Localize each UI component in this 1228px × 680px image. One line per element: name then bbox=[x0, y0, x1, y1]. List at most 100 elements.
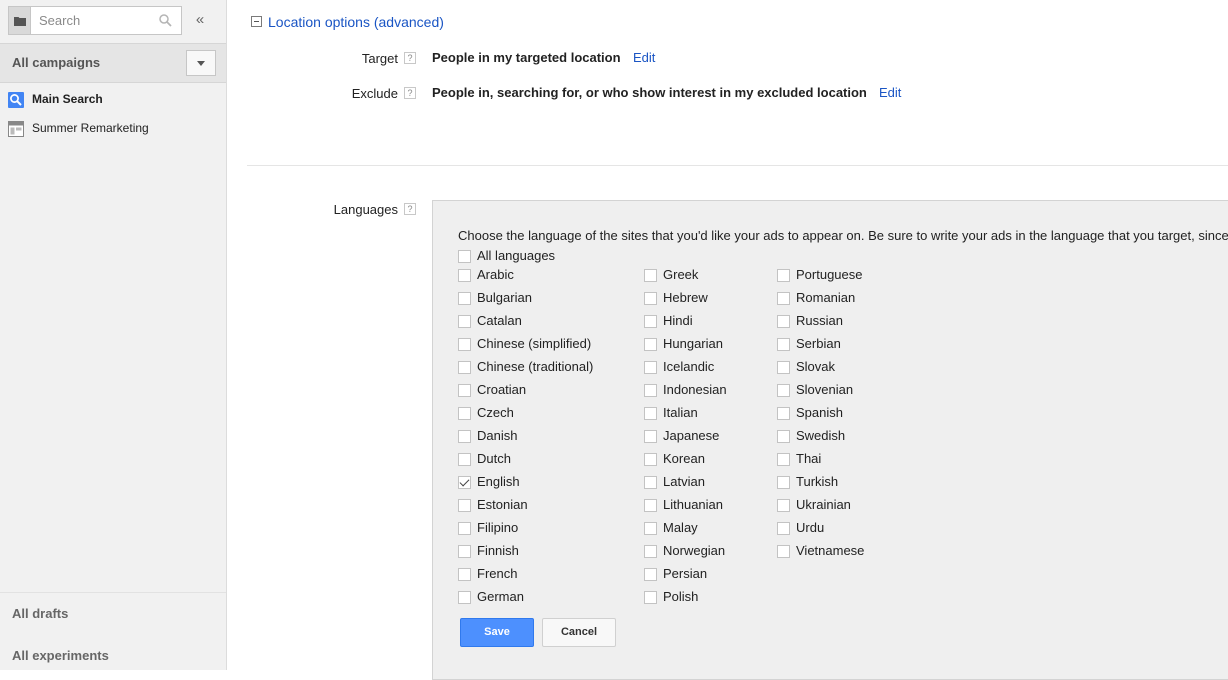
language-dutch-label[interactable]: Dutch bbox=[477, 451, 511, 466]
language-german-checkbox[interactable] bbox=[458, 591, 471, 604]
help-icon[interactable]: ? bbox=[404, 52, 416, 64]
target-edit-link[interactable]: Edit bbox=[633, 50, 655, 65]
language-czech-checkbox[interactable] bbox=[458, 407, 471, 420]
language-croatian-label[interactable]: Croatian bbox=[477, 382, 526, 397]
language-lithuanian-checkbox[interactable] bbox=[644, 499, 657, 512]
language-norwegian-label[interactable]: Norwegian bbox=[663, 543, 725, 558]
language-indonesian-label[interactable]: Indonesian bbox=[663, 382, 727, 397]
language-slovak-checkbox[interactable] bbox=[777, 361, 790, 374]
language-slovak-label[interactable]: Slovak bbox=[796, 359, 835, 374]
language-english-checkbox[interactable] bbox=[458, 476, 471, 489]
language-italian-label[interactable]: Italian bbox=[663, 405, 698, 420]
language-japanese-checkbox[interactable] bbox=[644, 430, 657, 443]
language-hebrew-label[interactable]: Hebrew bbox=[663, 290, 708, 305]
language-urdu-label[interactable]: Urdu bbox=[796, 520, 824, 535]
language-hungarian-checkbox[interactable] bbox=[644, 338, 657, 351]
language-norwegian-checkbox[interactable] bbox=[644, 545, 657, 558]
language-greek-label[interactable]: Greek bbox=[663, 267, 698, 282]
language-czech-label[interactable]: Czech bbox=[477, 405, 514, 420]
language-turkish-label[interactable]: Turkish bbox=[796, 474, 838, 489]
all-drafts-link[interactable]: All drafts bbox=[12, 606, 68, 621]
language-ukrainian-checkbox[interactable] bbox=[777, 499, 790, 512]
language-chinese-traditional-label[interactable]: Chinese (traditional) bbox=[477, 359, 593, 374]
all-experiments-link[interactable]: All experiments bbox=[12, 648, 109, 663]
collapse-toggle-icon[interactable] bbox=[251, 16, 262, 27]
language-polish-checkbox[interactable] bbox=[644, 591, 657, 604]
language-ukrainian-label[interactable]: Ukrainian bbox=[796, 497, 851, 512]
language-hindi-checkbox[interactable] bbox=[644, 315, 657, 328]
language-turkish-checkbox[interactable] bbox=[777, 476, 790, 489]
language-thai-label[interactable]: Thai bbox=[796, 451, 821, 466]
collapse-sidebar-button[interactable]: « bbox=[192, 10, 208, 30]
language-vietnamese-checkbox[interactable] bbox=[777, 545, 790, 558]
language-icelandic-checkbox[interactable] bbox=[644, 361, 657, 374]
language-catalan-checkbox[interactable] bbox=[458, 315, 471, 328]
campaign-item-summer-remarketing[interactable]: Summer Remarketing bbox=[0, 116, 226, 142]
all-languages-label[interactable]: All languages bbox=[477, 248, 555, 263]
language-polish-label[interactable]: Polish bbox=[663, 589, 698, 604]
language-greek-checkbox[interactable] bbox=[644, 269, 657, 282]
language-swedish-checkbox[interactable] bbox=[777, 430, 790, 443]
help-icon[interactable]: ? bbox=[404, 203, 416, 215]
language-swedish-label[interactable]: Swedish bbox=[796, 428, 845, 443]
language-romanian-label[interactable]: Romanian bbox=[796, 290, 855, 305]
language-hindi-label[interactable]: Hindi bbox=[663, 313, 693, 328]
language-english-label[interactable]: English bbox=[477, 474, 520, 489]
language-french-checkbox[interactable] bbox=[458, 568, 471, 581]
language-indonesian-checkbox[interactable] bbox=[644, 384, 657, 397]
language-latvian-checkbox[interactable] bbox=[644, 476, 657, 489]
language-filipino-label[interactable]: Filipino bbox=[477, 520, 518, 535]
language-portuguese-checkbox[interactable] bbox=[777, 269, 790, 282]
language-urdu-checkbox[interactable] bbox=[777, 522, 790, 535]
language-korean-checkbox[interactable] bbox=[644, 453, 657, 466]
language-french-label[interactable]: French bbox=[477, 566, 517, 581]
language-spanish-checkbox[interactable] bbox=[777, 407, 790, 420]
language-portuguese-label[interactable]: Portuguese bbox=[796, 267, 863, 282]
campaigns-dropdown-button[interactable] bbox=[186, 50, 216, 76]
cancel-button[interactable]: Cancel bbox=[542, 618, 616, 647]
language-icelandic-label[interactable]: Icelandic bbox=[663, 359, 714, 374]
language-hebrew-checkbox[interactable] bbox=[644, 292, 657, 305]
search-icon[interactable] bbox=[159, 14, 172, 27]
language-latvian-label[interactable]: Latvian bbox=[663, 474, 705, 489]
language-japanese-label[interactable]: Japanese bbox=[663, 428, 719, 443]
language-russian-checkbox[interactable] bbox=[777, 315, 790, 328]
language-spanish-label[interactable]: Spanish bbox=[796, 405, 843, 420]
language-romanian-checkbox[interactable] bbox=[777, 292, 790, 305]
language-slovenian-label[interactable]: Slovenian bbox=[796, 382, 853, 397]
language-dutch-checkbox[interactable] bbox=[458, 453, 471, 466]
language-lithuanian-label[interactable]: Lithuanian bbox=[663, 497, 723, 512]
language-estonian-label[interactable]: Estonian bbox=[477, 497, 528, 512]
help-icon[interactable]: ? bbox=[404, 87, 416, 99]
language-persian-checkbox[interactable] bbox=[644, 568, 657, 581]
save-button[interactable]: Save bbox=[460, 618, 534, 647]
language-persian-label[interactable]: Persian bbox=[663, 566, 707, 581]
location-options-title[interactable]: Location options (advanced) bbox=[268, 14, 444, 30]
language-danish-label[interactable]: Danish bbox=[477, 428, 517, 443]
language-catalan-label[interactable]: Catalan bbox=[477, 313, 522, 328]
language-russian-label[interactable]: Russian bbox=[796, 313, 843, 328]
exclude-edit-link[interactable]: Edit bbox=[879, 85, 901, 100]
language-croatian-checkbox[interactable] bbox=[458, 384, 471, 397]
language-malay-checkbox[interactable] bbox=[644, 522, 657, 535]
language-vietnamese-label[interactable]: Vietnamese bbox=[796, 543, 864, 558]
language-chinese-simplified-label[interactable]: Chinese (simplified) bbox=[477, 336, 591, 351]
language-estonian-checkbox[interactable] bbox=[458, 499, 471, 512]
language-arabic-checkbox[interactable] bbox=[458, 269, 471, 282]
language-malay-label[interactable]: Malay bbox=[663, 520, 698, 535]
language-slovenian-checkbox[interactable] bbox=[777, 384, 790, 397]
all-campaigns-header[interactable]: All campaigns bbox=[0, 43, 226, 83]
language-filipino-checkbox[interactable] bbox=[458, 522, 471, 535]
language-chinese-traditional-checkbox[interactable] bbox=[458, 361, 471, 374]
language-finnish-label[interactable]: Finnish bbox=[477, 543, 519, 558]
language-hungarian-label[interactable]: Hungarian bbox=[663, 336, 723, 351]
search-input[interactable] bbox=[31, 7, 161, 34]
campaign-item-main-search[interactable]: Main Search bbox=[0, 87, 226, 113]
language-bulgarian-checkbox[interactable] bbox=[458, 292, 471, 305]
language-danish-checkbox[interactable] bbox=[458, 430, 471, 443]
language-korean-label[interactable]: Korean bbox=[663, 451, 705, 466]
language-finnish-checkbox[interactable] bbox=[458, 545, 471, 558]
language-serbian-label[interactable]: Serbian bbox=[796, 336, 841, 351]
all-languages-checkbox[interactable] bbox=[458, 250, 471, 263]
language-german-label[interactable]: German bbox=[477, 589, 524, 604]
